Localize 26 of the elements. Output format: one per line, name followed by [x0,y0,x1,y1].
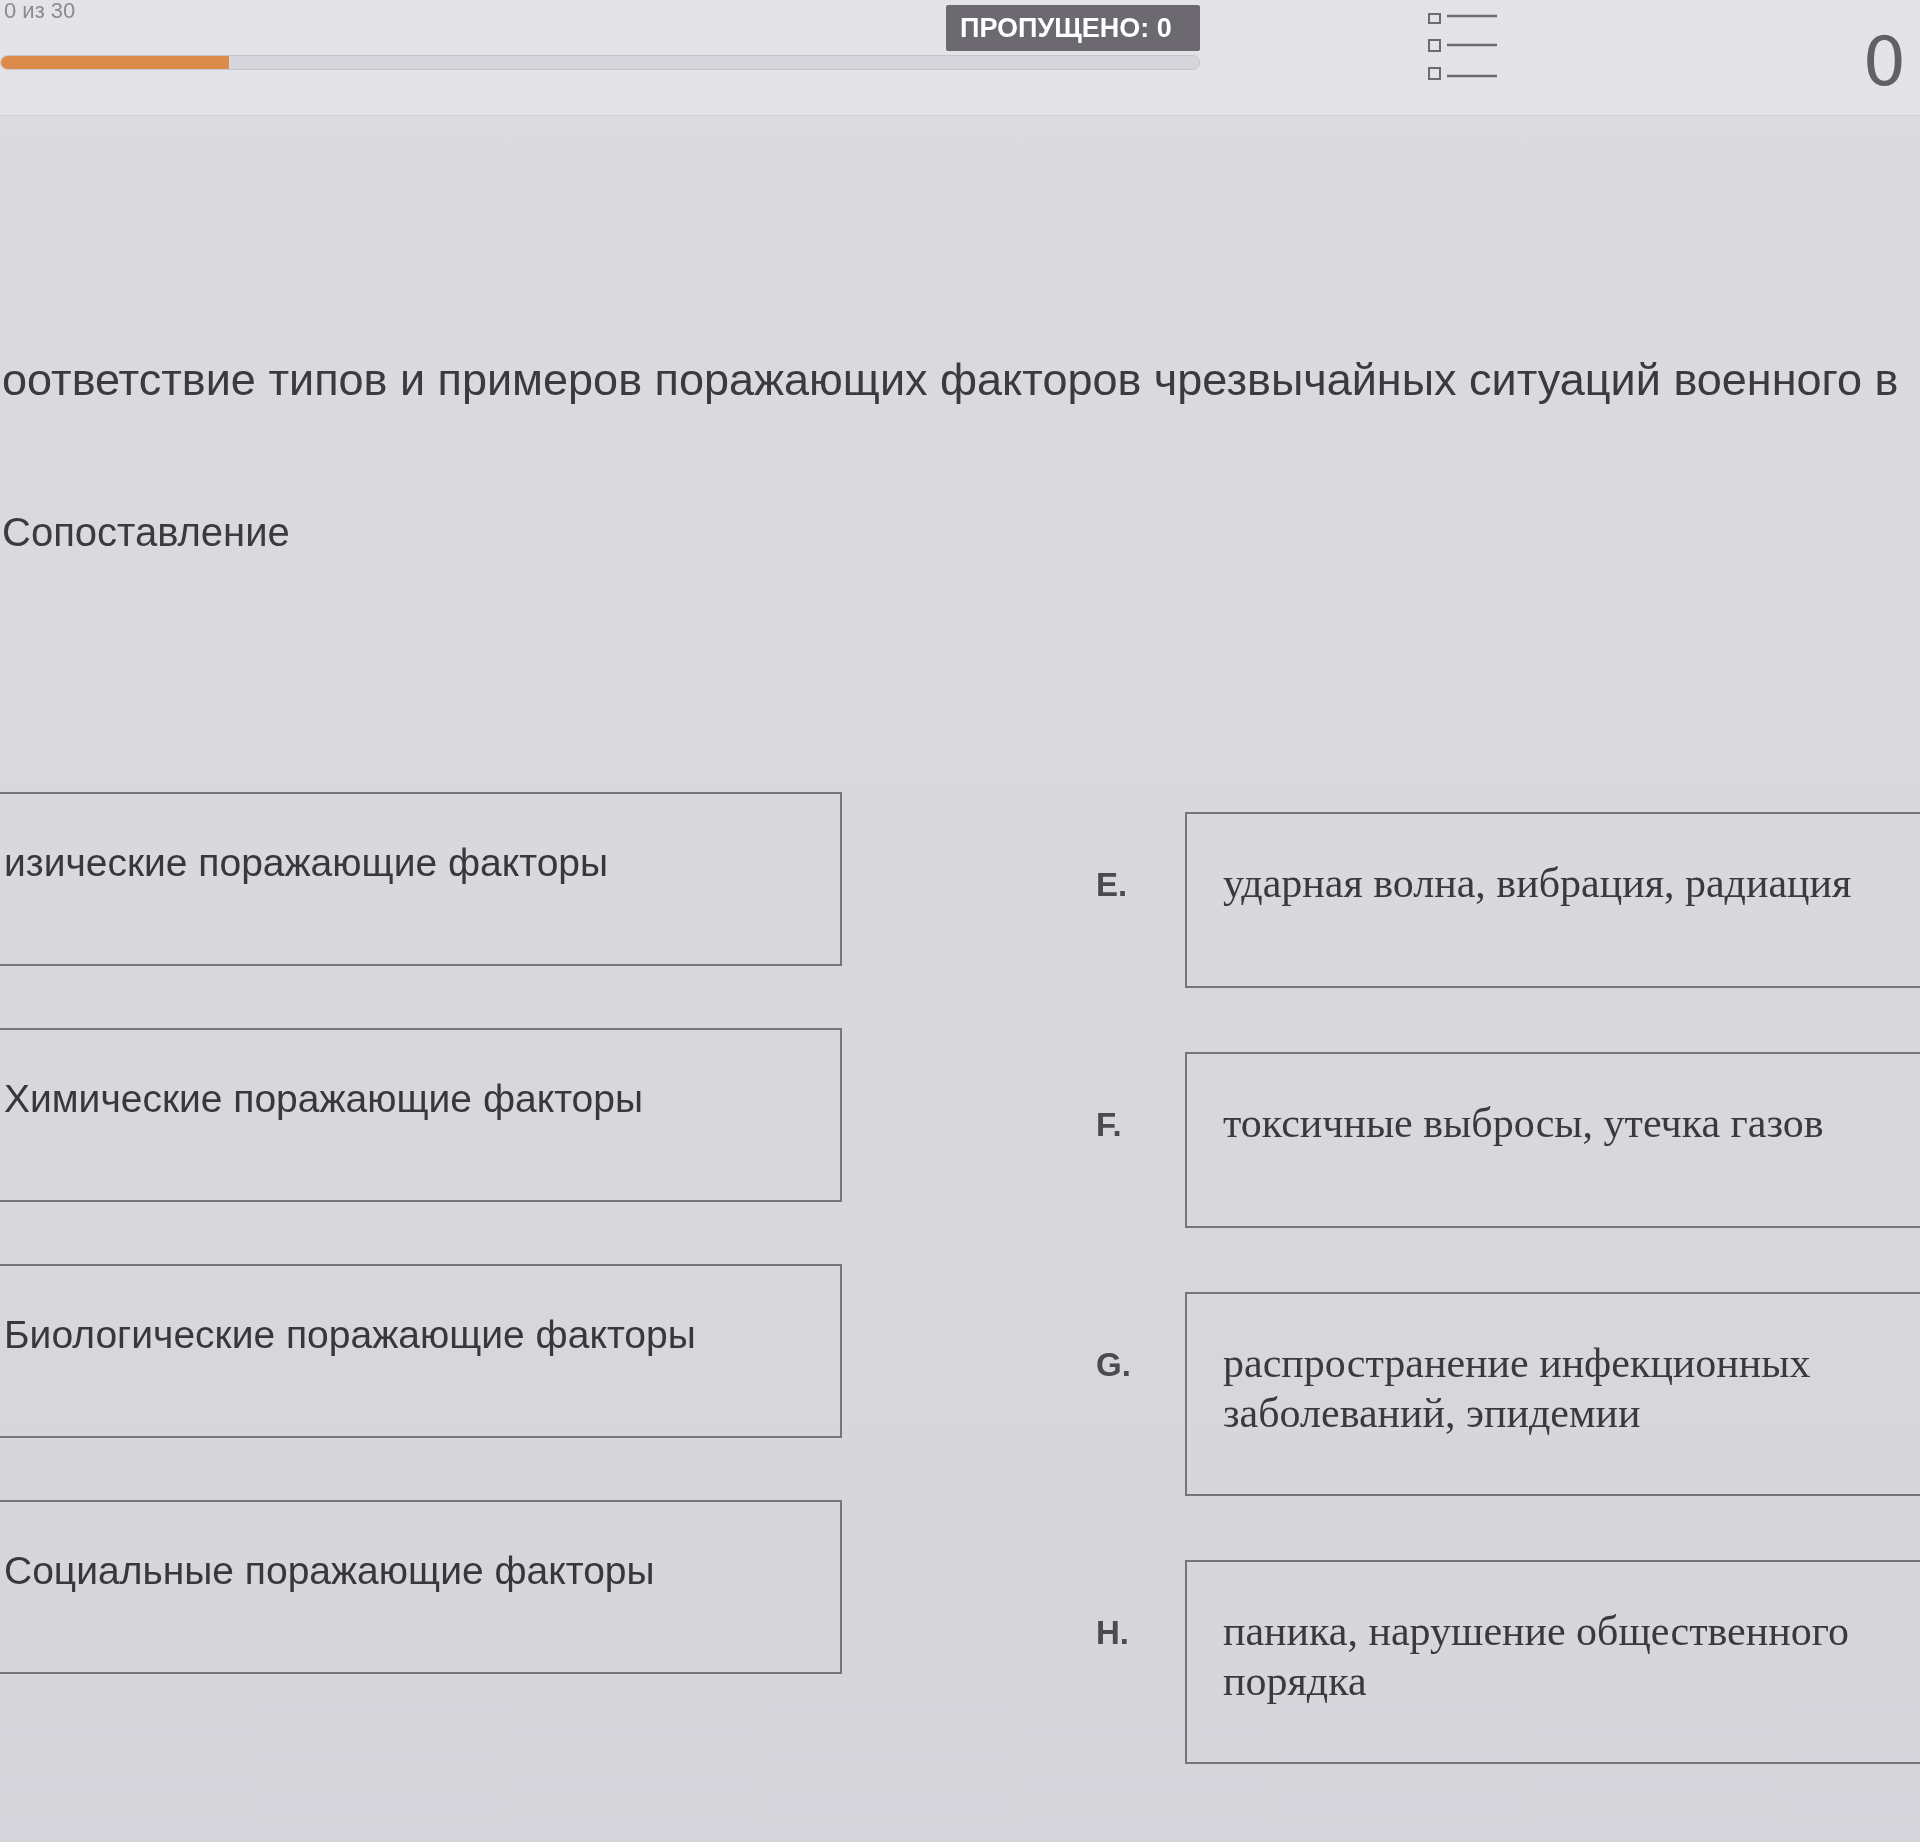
match-answer-box[interactable]: распространение инфекционных заболеваний, эпидемии [1185,1292,1920,1496]
question-list-icon[interactable] [1428,12,1498,82]
match-term-text: Химические поражающие факторы [4,1077,643,1120]
match-answer-box[interactable]: паника, нарушение общественного порядка [1185,1560,1920,1764]
match-answer-box[interactable]: ударная волна, вибрация, радиация [1185,812,1920,988]
match-term-box[interactable]: Социальные поражающие факторы [0,1500,842,1674]
match-term-text: Биологические поражающие факторы [4,1313,696,1356]
question-type-label: Сопоставление [2,509,291,556]
match-term-box[interactable]: Биологические поражающие факторы [0,1264,842,1438]
match-answer-text: токсичные выбросы, утечка газов [1223,1099,1825,1148]
match-answer-text: распространение инфекционных заболеваний, эпидемии [1223,1339,1812,1438]
match-answer-box[interactable]: токсичные выбросы, утечка газов [1185,1052,1920,1228]
answer-letter: H. [1095,1613,1130,1652]
match-term-text: Социальные поражающие факторы [4,1549,655,1592]
match-answer-text: паника, нарушение общественного порядка [1223,1607,1850,1706]
answer-letter: E. [1095,865,1129,904]
answer-letter: G. [1095,1345,1132,1384]
match-term-text: изические поражающие факторы [4,841,609,884]
match-term-box[interactable]: Химические поражающие факторы [0,1028,842,1202]
match-answer-text: ударная волна, вибрация, радиация [1223,859,1853,908]
question-text: оответствие типов и примеров поражающих факторов чрезвычайных ситуаций военного в [2,353,1900,407]
match-term-box[interactable]: изические поражающие факторы [0,792,842,966]
question-counter: 0 из 30 [3,0,76,22]
score-value: 0 [1862,26,1907,98]
skipped-badge: ПРОПУЩЕНО: 0 [946,5,1200,51]
answer-letter: F. [1095,1105,1123,1144]
